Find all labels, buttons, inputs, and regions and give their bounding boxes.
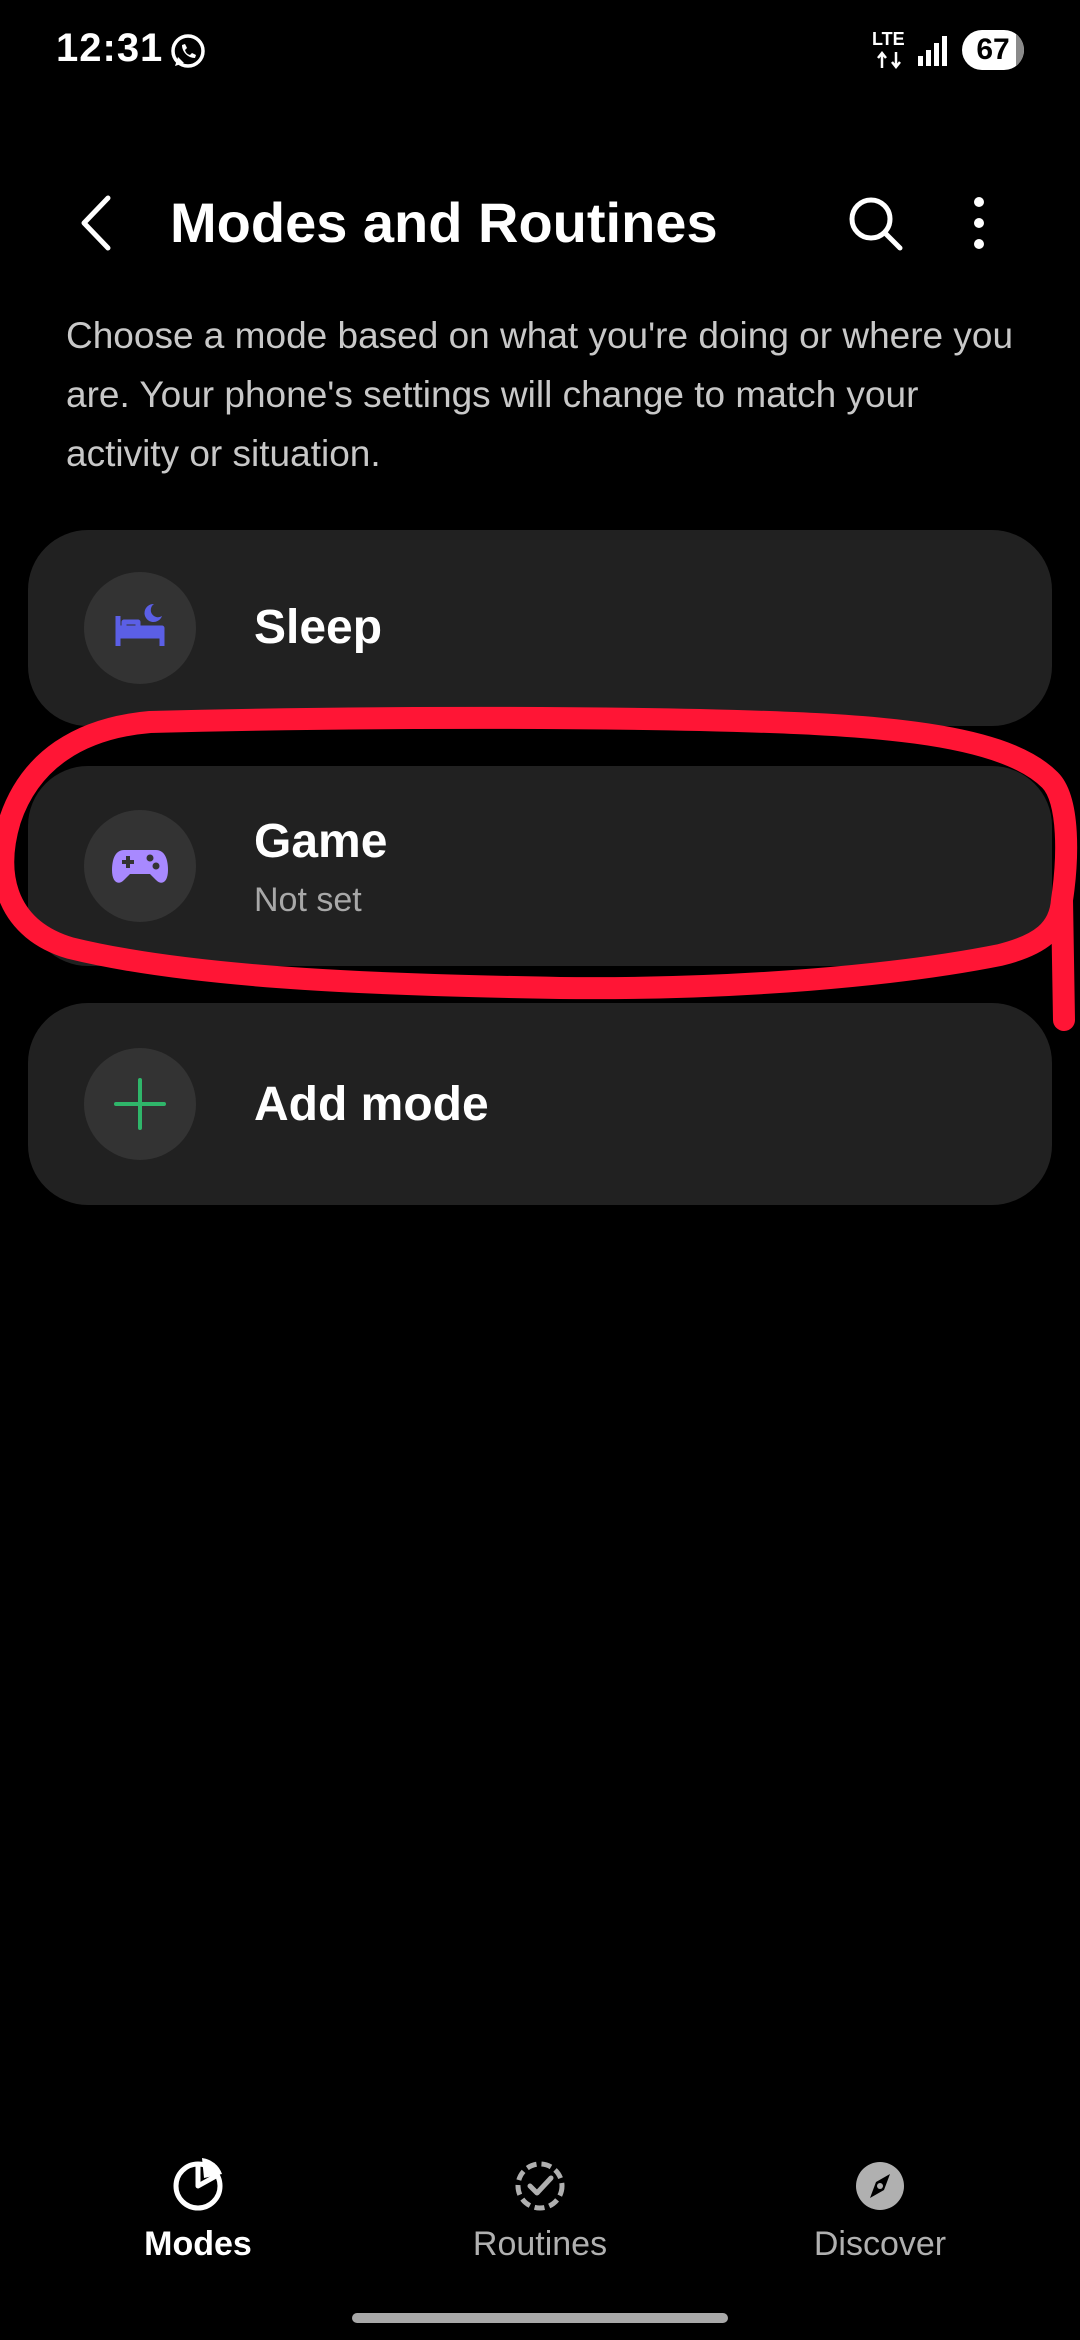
battery-level: 67 — [976, 33, 1010, 66]
bed-moon-icon — [115, 603, 165, 646]
app-bar: Modes and Routines — [0, 170, 1080, 270]
bottom-navigation: Modes Routines Discover — [0, 2130, 1080, 2280]
page-description: Choose a mode based on what you're doing… — [66, 315, 1014, 474]
mode-card-sleep[interactable]: Sleep — [28, 530, 1052, 726]
home-indicator — [352, 2313, 728, 2323]
mode-icon-container — [84, 810, 196, 922]
mode-subtitle: Not set — [254, 881, 362, 919]
nav-tab-discover[interactable]: Discover — [740, 2130, 1020, 2263]
mode-card-game[interactable]: Game Not set — [28, 766, 1052, 966]
mode-title: Game — [254, 815, 388, 868]
status-bar: 12:31 LTE 67 — [0, 0, 1080, 100]
compass-icon — [856, 2162, 904, 2210]
gamepad-icon — [112, 850, 168, 883]
search-icon[interactable] — [840, 188, 910, 258]
signal-icon — [918, 36, 947, 66]
battery-icon: 67 — [962, 30, 1024, 70]
mode-title: Sleep — [254, 601, 383, 654]
mode-icon-container — [84, 1048, 196, 1160]
more-vert-icon[interactable] — [944, 188, 1014, 258]
whatsapp-icon — [171, 34, 205, 68]
network-label: LTE — [872, 29, 905, 49]
back-arrow-icon[interactable] — [64, 188, 134, 258]
nav-label: Routines — [472, 2225, 608, 2263]
lte-icon: LTE — [872, 30, 908, 70]
mode-icon-container — [84, 572, 196, 684]
routines-icon — [515, 2161, 565, 2211]
nav-label: Discover — [813, 2225, 947, 2263]
status-time: 12:31 — [56, 26, 164, 70]
add-mode-button[interactable]: Add mode — [28, 1003, 1052, 1205]
mode-title: Add mode — [254, 1078, 489, 1131]
nav-label: Modes — [144, 2225, 252, 2263]
nav-tab-routines[interactable]: Routines — [400, 2130, 680, 2263]
modes-icon — [173, 2158, 223, 2211]
plus-icon — [114, 1078, 166, 1130]
nav-tab-modes[interactable]: Modes — [58, 2130, 338, 2263]
page-title: Modes and Routines — [170, 191, 718, 254]
